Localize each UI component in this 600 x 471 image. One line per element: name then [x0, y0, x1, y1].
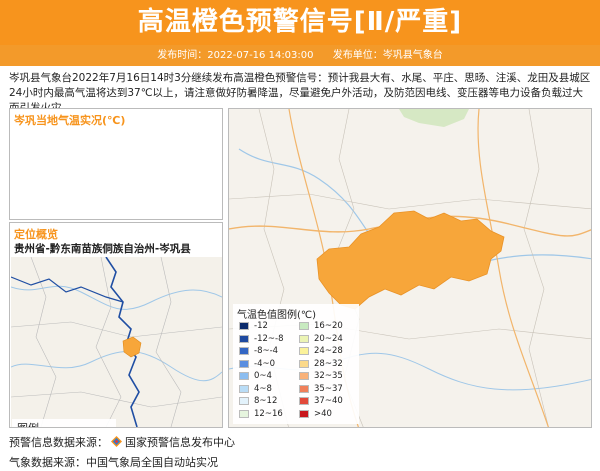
legend-swatch: [239, 409, 249, 418]
legend-label: 0~4: [254, 371, 272, 381]
legend-swatch: [299, 322, 309, 330]
legend-swatch: [299, 372, 309, 380]
data-source-label: 气象数据来源：: [9, 456, 86, 469]
legend-swatch: [299, 347, 309, 355]
legend-item: -12: [239, 321, 299, 331]
legend-label: >40: [314, 408, 332, 419]
overview-legend-title: 图例: [17, 420, 39, 427]
source-label: 预警信息数据来源：: [9, 436, 108, 449]
legend-item: -12~-8: [239, 334, 299, 344]
overview-map-legend: 图例 国界 省界: [12, 419, 116, 427]
legend-item: -8~-4: [239, 346, 299, 356]
issuer: 发布单位：岑巩县气象台: [332, 50, 443, 61]
legend-label: -4~0: [254, 358, 276, 369]
legend-item: -4~0: [239, 359, 299, 369]
location-panel-title: 定位概览: [14, 228, 58, 241]
legend-label: 24~28: [314, 346, 343, 356]
legend-label: 4~8: [254, 383, 272, 394]
legend-swatch: [299, 359, 309, 368]
legend-item: 37~40: [299, 396, 359, 406]
header-bar: 高温橙色预警信号[Ⅱ/严重]: [0, 0, 600, 45]
warning-area-map[interactable]: 气温色值图例(℃) -12 -12~-8 -8~-4 -4~0 0~4 4~8 8~12 12…: [228, 108, 592, 428]
legend-swatch: [299, 384, 309, 393]
legend-swatch: [239, 397, 249, 405]
overview-map-graphic: [11, 257, 222, 427]
legend-item: >40: [299, 409, 359, 419]
meta-bar: 发布时间：2022-07-16 14:03:00 发布单位：岑巩县气象台: [0, 45, 600, 66]
legend-item: 4~8: [239, 384, 299, 394]
legend-label: -8~-4: [254, 346, 279, 356]
legend-label: 12~16: [254, 408, 283, 419]
legend-label: 8~12: [254, 396, 278, 406]
issue-time: 发布时间：2022-07-16 14:03:00: [157, 50, 314, 61]
legend-item: 35~37: [299, 384, 359, 394]
legend-swatch: [239, 372, 249, 380]
temperature-panel-title: 岑巩当地气温实况(℃): [14, 114, 126, 127]
data-source-line: 气象数据来源：中国气象局全国自动站实况: [9, 454, 218, 470]
legend-label: 32~35: [314, 371, 343, 381]
source-line: 预警信息数据来源： 国家预警信息发布中心: [9, 434, 235, 450]
legend-label: 16~20: [314, 321, 343, 331]
legend-label: 20~24: [314, 333, 343, 344]
warning-center-logo-icon: [111, 436, 122, 447]
legend-item: 32~35: [299, 371, 359, 381]
legend-item: 28~32: [299, 359, 359, 369]
overview-map[interactable]: 图例 国界 省界: [11, 257, 222, 427]
legend-swatch: [239, 334, 249, 343]
legend-label: 35~37: [314, 383, 343, 394]
legend-swatch: [239, 347, 249, 355]
legend-swatch: [299, 397, 309, 405]
legend-swatch: [299, 334, 309, 343]
legend-item: 16~20: [299, 321, 359, 331]
legend-item: 12~16: [239, 409, 299, 419]
legend-item: 24~28: [299, 346, 359, 356]
temperature-color-legend: 气温色值图例(℃) -12 -12~-8 -8~-4 -4~0 0~4 4~8 8~12 12…: [233, 304, 359, 424]
legend-swatch: [239, 322, 249, 330]
legend-swatch: [239, 359, 249, 368]
legend-swatch: [239, 384, 249, 393]
location-panel: 定位概览 贵州省-黔东南苗族侗族自治州-岑巩县 图例 国界 省界: [9, 222, 223, 428]
legend-label: 28~32: [314, 358, 343, 369]
page-title: 高温橙色预警信号[Ⅱ/严重]: [137, 7, 463, 37]
data-source-name: 中国气象局全国自动站实况: [86, 456, 218, 469]
location-name: 贵州省-黔东南苗族侗族自治州-岑巩县: [14, 243, 191, 255]
source-name[interactable]: 国家预警信息发布中心: [125, 436, 235, 449]
legend-item: 20~24: [299, 334, 359, 344]
legend-label: -12: [254, 321, 268, 331]
legend-label: -12~-8: [254, 333, 284, 344]
legend-item: 0~4: [239, 371, 299, 381]
temperature-legend-title: 气温色值图例(℃): [237, 310, 317, 321]
temperature-panel: 岑巩当地气温实况(℃): [9, 108, 223, 220]
legend-label: 37~40: [314, 396, 343, 406]
legend-swatch: [299, 409, 309, 418]
legend-item: 8~12: [239, 396, 299, 406]
